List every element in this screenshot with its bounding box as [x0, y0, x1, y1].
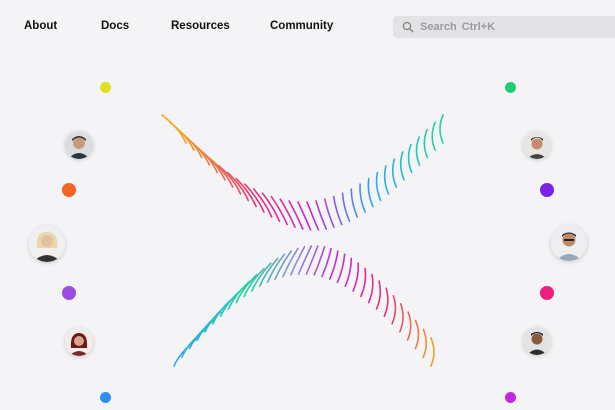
x-logo-icon	[161, 114, 444, 367]
page: About Docs Resources Community Search Ct…	[0, 0, 615, 410]
